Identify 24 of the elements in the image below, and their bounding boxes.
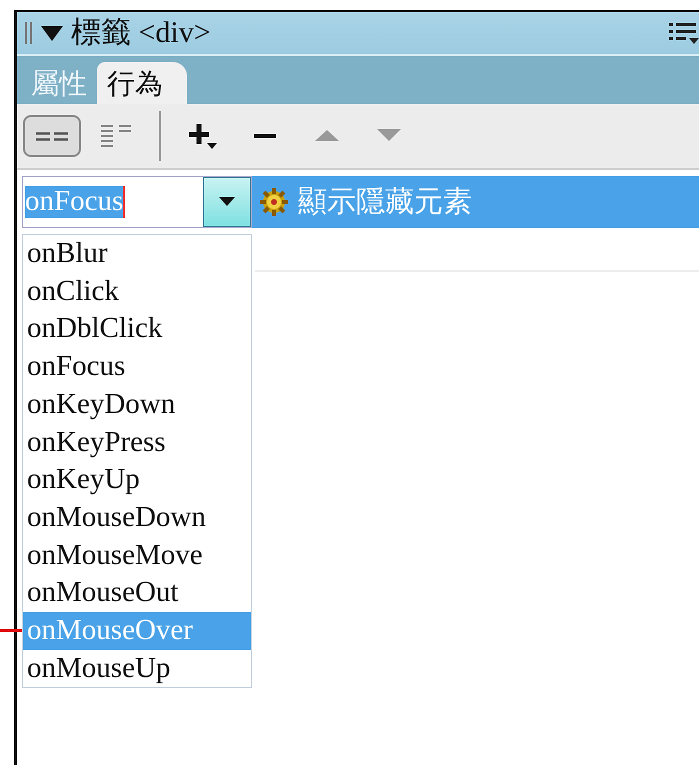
tab[interactable]: 行為 [97, 62, 187, 104]
two-column-list-icon [36, 132, 68, 140]
dropdown-arrow-icon[interactable] [219, 197, 235, 207]
dropdown-option[interactable]: onKeyPress [23, 424, 251, 462]
dropdown-option[interactable]: onBlur [23, 235, 251, 273]
leader-line [0, 629, 22, 632]
dropdown-option[interactable]: onKeyUp [23, 461, 251, 499]
event-field-value: onFocus [25, 186, 126, 218]
dropdown-option[interactable]: onFocus [23, 348, 251, 386]
dropdown-option[interactable]: onMouseDown [23, 498, 251, 537]
list-icon [101, 125, 131, 147]
collapse-arrow-icon[interactable] [41, 24, 63, 42]
dropdown-option[interactable]: onClick [23, 272, 251, 310]
dropdown-option[interactable]: onKeyDown [23, 386, 251, 424]
options-menu-icon[interactable] [669, 21, 699, 45]
dropdown-option[interactable]: onMouseMove [23, 536, 251, 574]
dropdown-option[interactable]: onMouseOut [23, 574, 251, 612]
view-toggle-button[interactable] [23, 115, 81, 157]
dropdown-option[interactable]: onDblClick [23, 310, 251, 348]
grip-icon[interactable] [25, 22, 33, 44]
minus-icon [254, 134, 276, 138]
dropdown-option[interactable]: onMouseUp [23, 650, 251, 688]
panel-title: 標籤 <div> [71, 18, 211, 48]
gear-icon [260, 188, 288, 216]
